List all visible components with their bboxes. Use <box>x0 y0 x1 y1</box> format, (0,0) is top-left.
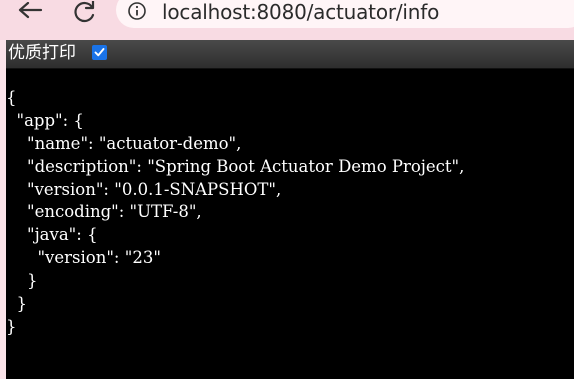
print-checkbox[interactable] <box>92 45 107 60</box>
json-response: { "app": { "name": "actuator-demo", "des… <box>6 87 464 339</box>
reload-button[interactable] <box>68 0 100 24</box>
json-line: } <box>6 316 17 336</box>
url-text[interactable]: localhost:8080/actuator/info <box>162 0 439 24</box>
address-bar[interactable]: localhost:8080/actuator/info <box>116 0 574 28</box>
reload-icon <box>74 1 95 23</box>
json-line: { <box>6 88 17 107</box>
arrow-left-icon <box>18 2 43 19</box>
json-line: "version": "0.0.1-SNAPSHOT", <box>6 179 282 199</box>
json-line: "java": { <box>6 225 98 245</box>
json-line: "app": { <box>6 110 84 130</box>
browser-toolbar: localhost:8080/actuator/info <box>0 0 574 40</box>
json-line: "name": "actuator-demo", <box>6 133 242 153</box>
json-line: } <box>6 294 27 314</box>
json-line: } <box>6 271 38 291</box>
json-line: "description": "Spring Boot Actuator Dem… <box>6 156 465 176</box>
checkmark-icon <box>94 48 105 57</box>
page-viewport: 优质打印 { "app": { "name": "actuator-demo",… <box>6 40 574 379</box>
print-option-label: 优质打印 <box>8 43 76 63</box>
json-line: "version": "23" <box>6 248 161 268</box>
info-icon[interactable] <box>128 2 146 20</box>
json-line: "encoding": "UTF-8", <box>6 202 202 222</box>
print-options-bar: 优质打印 <box>6 40 574 69</box>
back-button[interactable] <box>14 0 46 24</box>
